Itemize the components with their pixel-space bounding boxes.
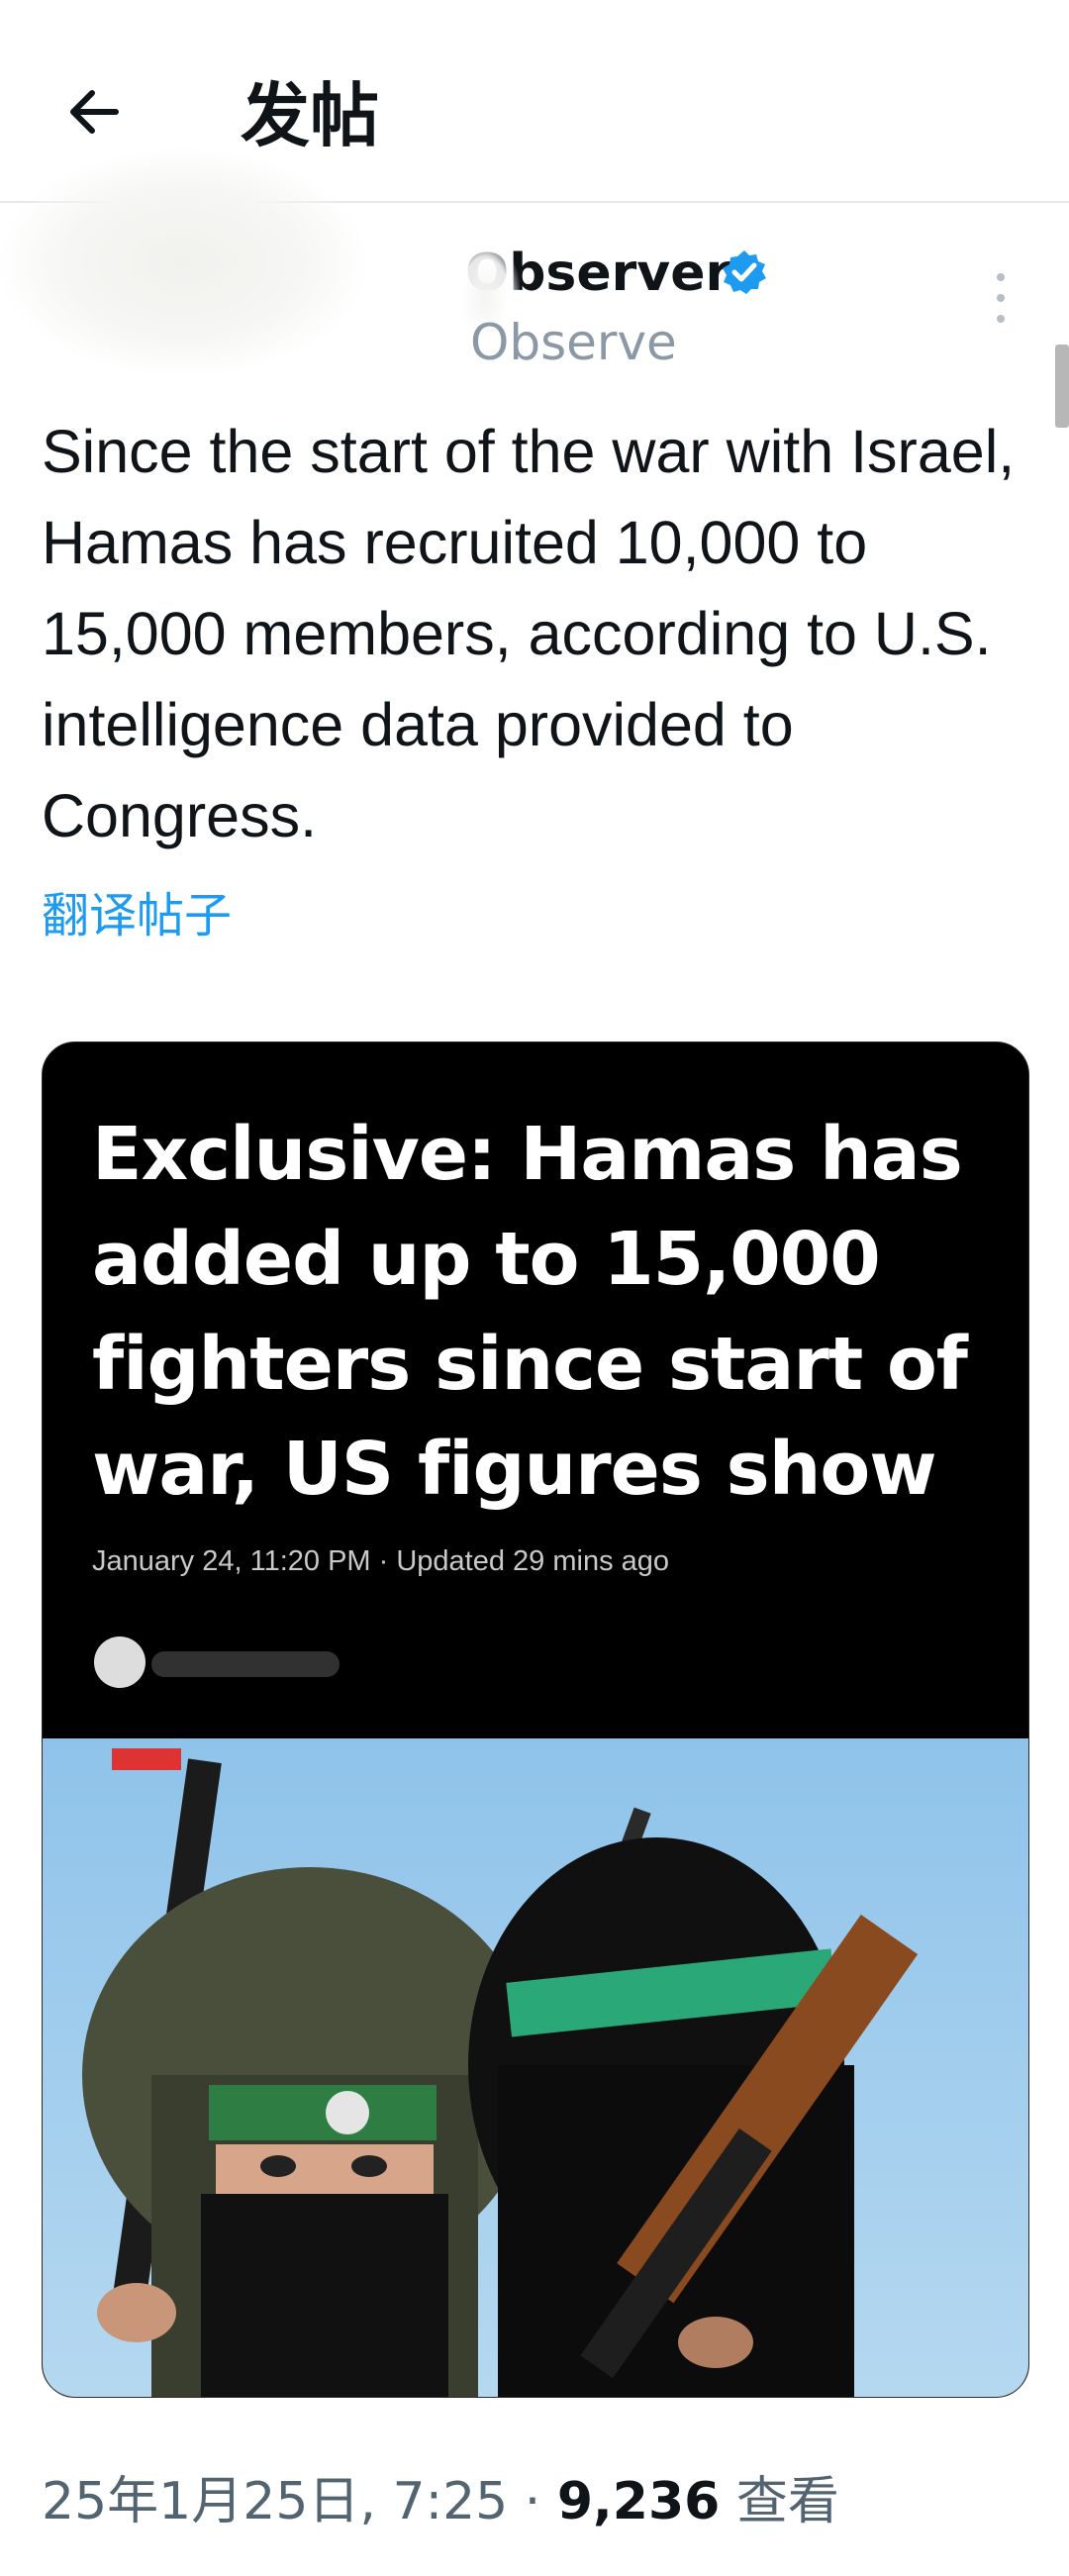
post-media[interactable]: Exclusive: Hamas has added up to 15,000 … [42, 1041, 1029, 2398]
scrollbar[interactable] [1055, 345, 1069, 428]
post-timestamp[interactable]: 25年1月25日, 7:25 · [42, 2472, 557, 2531]
author-handle[interactable]: Observe [470, 311, 677, 374]
back-arrow-icon [70, 90, 119, 134]
media-author-avatar [94, 1636, 146, 1688]
verified-badge-icon [723, 250, 766, 294]
more-dot-icon [997, 273, 1005, 281]
views-count[interactable]: 9,236 [557, 2472, 720, 2531]
back-button[interactable] [57, 75, 131, 149]
post-text: Since the start of the war with Israel, … [42, 418, 1016, 849]
more-dot-icon [997, 294, 1005, 302]
media-author-redacted [151, 1651, 340, 1677]
avatar[interactable] [0, 149, 366, 376]
more-dot-icon [997, 315, 1005, 323]
views-label: 查看 [720, 2472, 839, 2531]
more-options-button[interactable] [988, 273, 1014, 323]
media-meta: January 24, 11:20 PM · Updated 29 mins a… [92, 1545, 670, 1577]
post-timestamp-row: 25年1月25日, 7:25 · 9,236 查看 [42, 2467, 839, 2536]
page-title: 发帖 [241, 75, 379, 156]
translate-post-link[interactable]: 翻译帖子 [42, 881, 232, 950]
fighters-photo [43, 1738, 1028, 2397]
media-headline: Exclusive: Hamas has added up to 15,000 … [92, 1112, 968, 1512]
